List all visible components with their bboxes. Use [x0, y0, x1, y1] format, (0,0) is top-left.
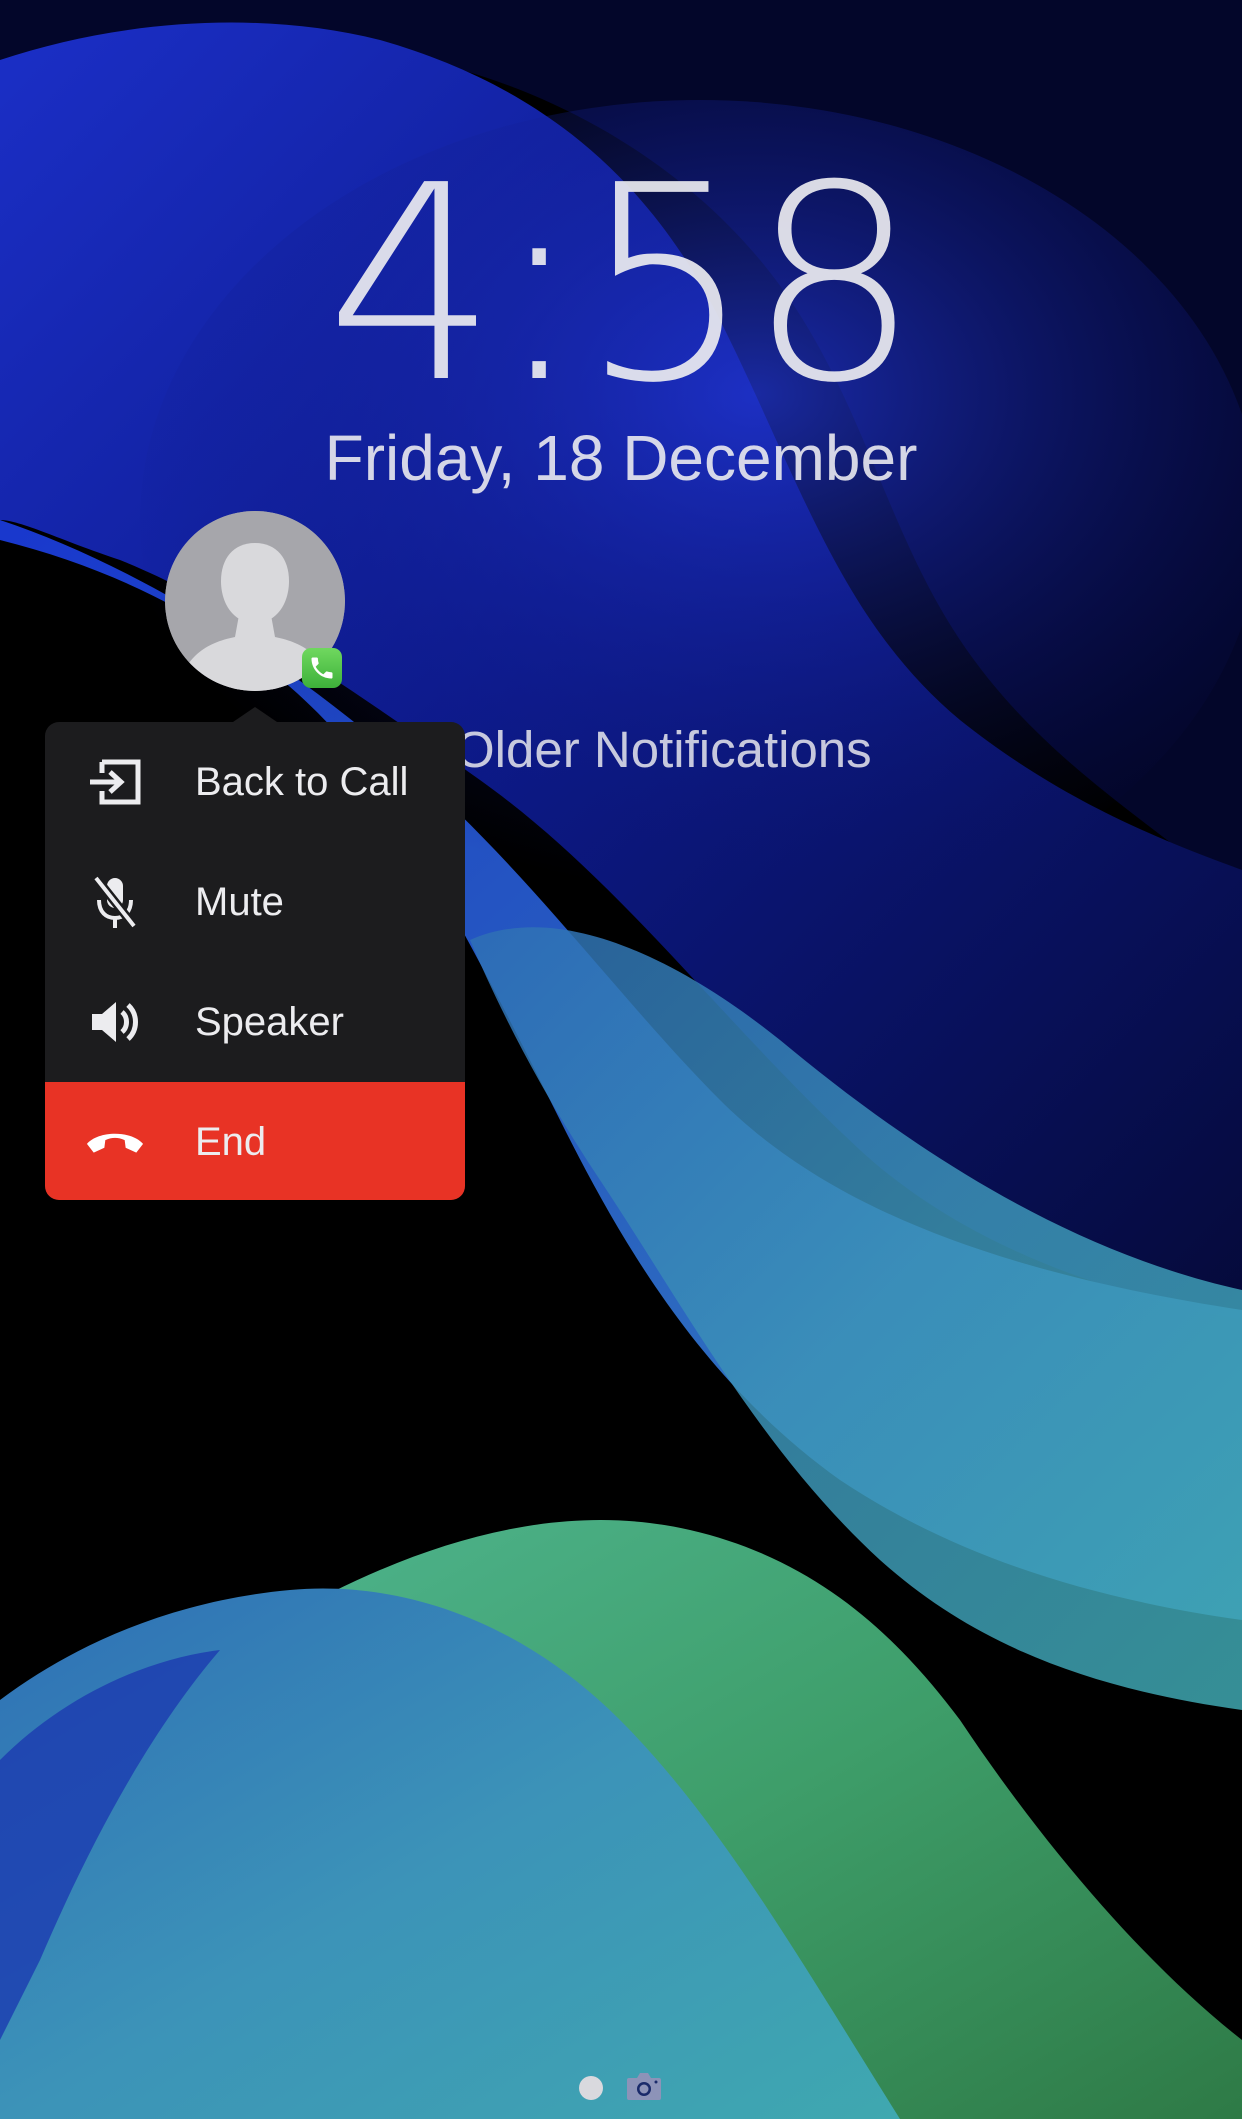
- phone-badge-icon: [302, 648, 342, 688]
- camera-icon[interactable]: [626, 2071, 662, 2101]
- page-dot-icon: [579, 2076, 603, 2100]
- end-call-button[interactable]: End: [45, 1082, 465, 1200]
- end-call-icon: [85, 1112, 145, 1172]
- mic-muted-icon: [85, 872, 145, 932]
- older-notifications-label[interactable]: Older Notifications: [455, 718, 872, 782]
- speaker-button[interactable]: Speaker: [45, 962, 465, 1082]
- speaker-label: Speaker: [195, 999, 344, 1044]
- menu-pointer: [233, 707, 277, 722]
- back-to-call-icon: [85, 752, 145, 812]
- back-to-call-label: Back to Call: [195, 759, 409, 804]
- back-to-call-button[interactable]: Back to Call: [45, 722, 465, 842]
- end-call-label: End: [195, 1119, 267, 1164]
- call-actions-menu: Back to Call Mute Speaker End: [45, 722, 465, 1200]
- mute-label: Mute: [195, 879, 284, 924]
- speaker-icon: [85, 992, 145, 1052]
- lock-screen-date: Friday, 18 December: [324, 422, 918, 494]
- mute-button[interactable]: Mute: [45, 842, 465, 962]
- lock-screen-clock: 4:58: [325, 127, 920, 442]
